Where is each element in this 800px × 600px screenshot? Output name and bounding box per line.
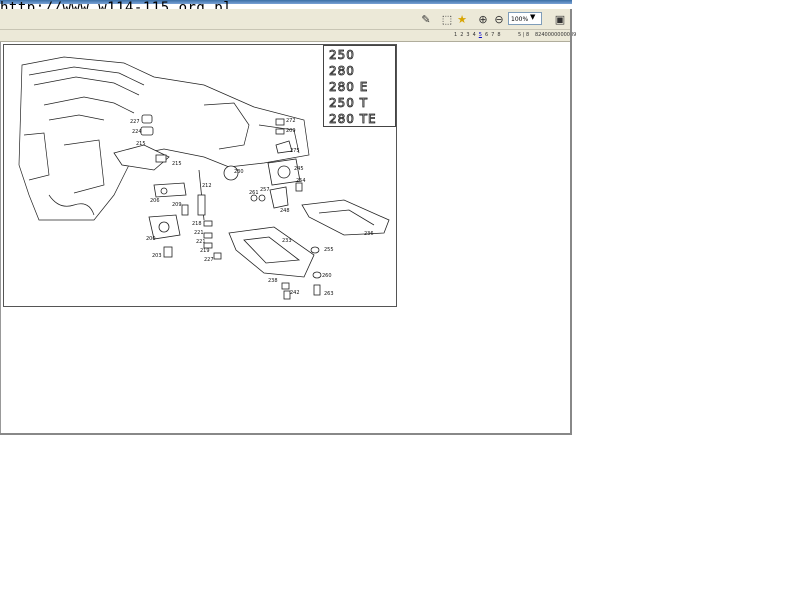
callout-label: 219	[200, 248, 210, 254]
star-icon[interactable]: ★	[455, 12, 469, 26]
viewer-toolbar: ✎ ⬚ ★ ⊕ ⊖ 100% ▼ ▣	[0, 9, 572, 30]
callout-label: 227	[204, 257, 214, 263]
pagination-bar: 1 2 3 4 5 6 7 8 5 | 8 8240000000089	[0, 30, 576, 42]
zoom-in-icon[interactable]: ⊕	[476, 12, 490, 26]
callout-label: 263	[324, 291, 334, 297]
callout-label: 260	[322, 273, 332, 279]
edit-icon[interactable]: ✎	[419, 12, 433, 26]
model-badge: 250	[329, 48, 355, 63]
model-badge: 280 E	[329, 80, 369, 95]
callout-label: 209	[286, 128, 296, 134]
callout-label: 221	[194, 230, 204, 236]
callout-label: 215	[136, 141, 146, 147]
model-badge: 250 T	[329, 96, 369, 111]
callout-label: 227	[130, 119, 140, 125]
viewer-border-right	[570, 9, 572, 434]
page-layout-icon[interactable]: ▣	[553, 12, 567, 26]
callout-label: 224	[132, 129, 142, 135]
select-icon[interactable]: ⬚	[440, 12, 454, 26]
mount-parts	[113, 114, 390, 300]
callout-label: 200	[146, 236, 156, 242]
callout-label: 230	[234, 169, 244, 175]
page-link[interactable]: 7	[491, 32, 494, 38]
callout-label: 212	[202, 183, 212, 189]
page-link[interactable]: 4	[473, 32, 476, 38]
callout-label: 242	[290, 290, 300, 296]
callout-label: 218	[192, 221, 202, 227]
callout-label: 248	[280, 208, 290, 214]
callout-label: 203	[152, 253, 162, 259]
callout-label: 255	[324, 247, 334, 253]
callout-label: 221	[196, 239, 206, 245]
viewer-border-bottom	[0, 433, 572, 435]
zoom-out-icon[interactable]: ⊖	[492, 12, 506, 26]
page-links: 1 2 3 4 5 6 7 8	[454, 32, 501, 38]
callout-label: 206	[150, 198, 160, 204]
chevron-down-icon[interactable]: ▼	[530, 13, 535, 21]
page-link[interactable]: 6	[485, 32, 488, 38]
callout-label: 236	[364, 231, 374, 237]
page-link[interactable]: 2	[460, 32, 463, 38]
page-link[interactable]: 1	[454, 32, 457, 38]
zoom-select[interactable]: 100%	[508, 12, 542, 25]
page-link[interactable]: 3	[466, 32, 469, 38]
page-count: 5 | 8	[518, 32, 530, 38]
callout-label: 275	[290, 148, 300, 154]
callout-label: 254	[296, 178, 306, 184]
model-badges: 250 280 280 E 250 T 280 TE	[323, 45, 396, 127]
page-link-active[interactable]: 5	[479, 32, 482, 38]
callout-label: 215	[172, 161, 182, 167]
callout-label: 257	[260, 187, 270, 193]
callout-label: 272	[286, 118, 296, 124]
callout-label: 233	[282, 238, 292, 244]
callout-label: 245	[294, 166, 304, 172]
model-badge: 280	[329, 64, 355, 79]
callout-label: 261	[249, 190, 259, 196]
model-badge: 280 TE	[329, 112, 377, 127]
callout-label: 209	[172, 202, 182, 208]
page-link[interactable]: 8	[497, 32, 500, 38]
callout-label: 238	[268, 278, 278, 284]
